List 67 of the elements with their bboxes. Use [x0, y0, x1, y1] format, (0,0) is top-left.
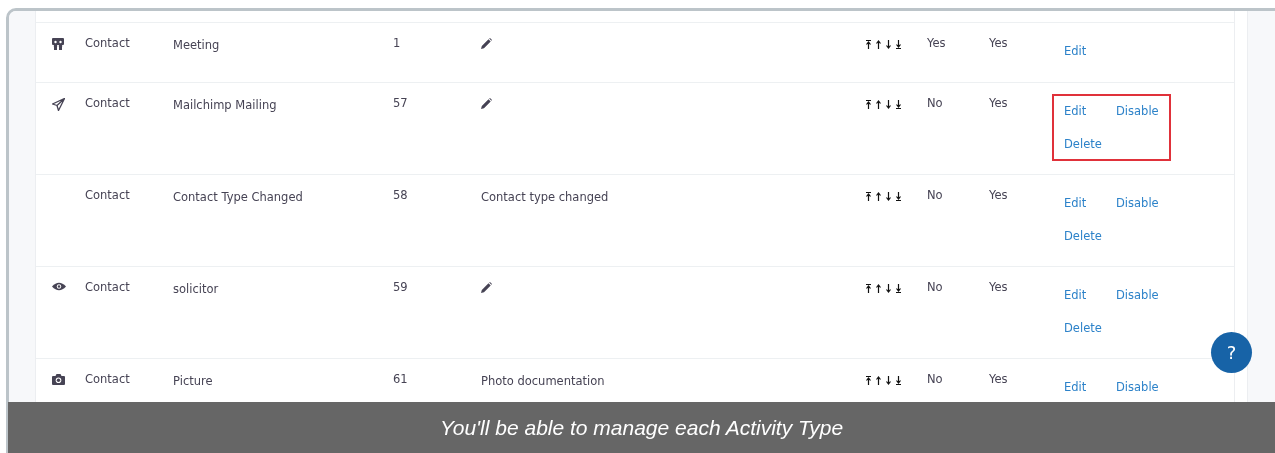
label-text: Mailchimp Mailing [173, 98, 277, 112]
label-text: solicitor [173, 282, 219, 296]
move-down-icon[interactable] [886, 100, 891, 109]
move-down-icon[interactable] [886, 376, 891, 385]
pencil-icon[interactable] [481, 98, 492, 109]
move-down-icon[interactable] [886, 192, 891, 201]
enabled-text: Yes [989, 188, 1008, 202]
people-icon [52, 38, 64, 50]
move-down-icon[interactable] [886, 40, 891, 49]
enabled-text: Yes [989, 36, 1008, 50]
enabled-text: Yes [989, 372, 1008, 386]
value-text: 61 [393, 372, 408, 386]
action-link[interactable]: Edit [1064, 102, 1116, 120]
enabled-text: Yes [989, 280, 1008, 294]
move-top-icon[interactable] [866, 100, 871, 109]
type-text: Contact [85, 280, 130, 294]
pencil-icon[interactable] [481, 282, 492, 293]
move-bottom-icon[interactable] [896, 284, 901, 293]
action-link[interactable]: Delete [1064, 135, 1116, 153]
action-link[interactable]: Disable [1116, 194, 1159, 212]
label-text: Contact Type Changed [173, 190, 303, 204]
reserved-text: Yes [927, 36, 946, 50]
move-up-icon[interactable] [876, 284, 881, 293]
reserved-text: No [927, 188, 943, 202]
reserved-text: No [927, 280, 943, 294]
action-link[interactable]: Edit [1064, 194, 1116, 212]
move-top-icon[interactable] [866, 284, 871, 293]
label-text: Picture [173, 374, 213, 388]
value-text: 57 [393, 96, 408, 110]
value-text: 1 [393, 36, 401, 50]
move-down-icon[interactable] [886, 284, 891, 293]
move-top-icon[interactable] [866, 192, 871, 201]
action-link[interactable]: Disable [1116, 286, 1159, 304]
action-link[interactable]: Disable [1116, 378, 1159, 396]
enabled-text: Yes [989, 96, 1008, 110]
label-text: Meeting [173, 38, 220, 52]
pencil-icon[interactable] [481, 38, 492, 49]
move-up-icon[interactable] [876, 100, 881, 109]
move-up-icon[interactable] [876, 40, 881, 49]
action-link[interactable]: Disable [1116, 102, 1159, 120]
move-top-icon[interactable] [866, 40, 871, 49]
type-text: Contact [85, 36, 130, 50]
reserved-text: No [927, 372, 943, 386]
description-text: Contact type changed [481, 190, 609, 204]
move-top-icon[interactable] [866, 376, 871, 385]
caption-bar: You'll be able to manage each Activity Type [8, 402, 1275, 453]
action-link[interactable]: Edit [1064, 378, 1116, 396]
move-bottom-icon[interactable] [896, 376, 901, 385]
move-up-icon[interactable] [876, 376, 881, 385]
move-bottom-icon[interactable] [896, 100, 901, 109]
value-text: 59 [393, 280, 408, 294]
eye-icon [52, 282, 66, 291]
action-link[interactable]: Delete [1064, 227, 1116, 245]
action-link[interactable]: Edit [1064, 286, 1116, 304]
move-bottom-icon[interactable] [896, 40, 901, 49]
action-link[interactable]: Edit [1064, 42, 1116, 60]
camera-icon [52, 374, 65, 385]
paper-plane-icon [52, 98, 65, 111]
move-up-icon[interactable] [876, 192, 881, 201]
move-bottom-icon[interactable] [896, 192, 901, 201]
type-text: Contact [85, 372, 130, 386]
type-text: Contact [85, 96, 130, 110]
value-text: 58 [393, 188, 408, 202]
action-link[interactable]: Delete [1064, 319, 1116, 337]
description-text: Photo documentation [481, 374, 605, 388]
reserved-text: No [927, 96, 943, 110]
type-text: Contact [85, 188, 130, 202]
